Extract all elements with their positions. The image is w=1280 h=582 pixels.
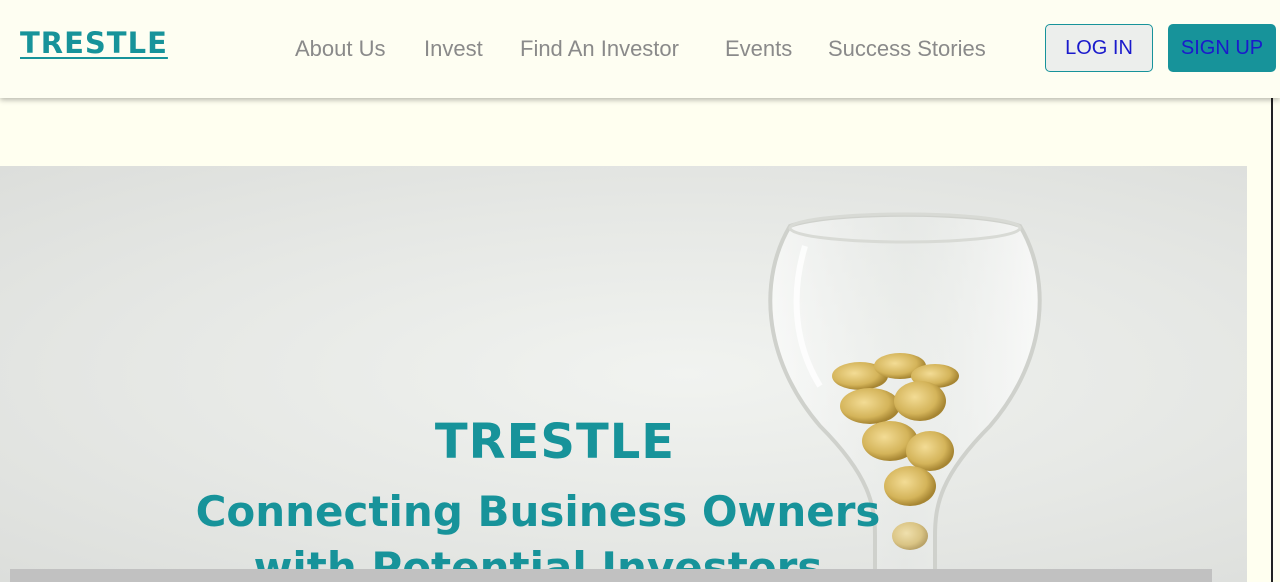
hero-subtitle-line-1: Connecting Business Owners	[195, 487, 881, 536]
nav-item-invest[interactable]: Invest	[424, 36, 483, 62]
login-button[interactable]: LOG IN	[1045, 24, 1153, 72]
hero-banner: TRESTLE Connecting Business Owners with …	[0, 166, 1247, 582]
signup-button[interactable]: SIGN UP	[1168, 24, 1276, 72]
page-edge-line	[1271, 98, 1273, 582]
nav-item-success-stories[interactable]: Success Stories	[828, 36, 986, 62]
horizontal-scrollbar[interactable]	[10, 569, 1212, 582]
nav-item-about-us[interactable]: About Us	[295, 36, 386, 62]
nav-item-find-an-investor[interactable]: Find An Investor	[520, 36, 679, 62]
brand-logo-link[interactable]: TRESTLE	[20, 26, 168, 60]
nav-item-events[interactable]: Events	[725, 36, 792, 62]
top-navbar: TRESTLE About Us Invest Find An Investor…	[0, 0, 1280, 98]
hero-subtitle: Connecting Business Owners with Potentia…	[0, 484, 1076, 582]
hero-title: TRESTLE	[434, 414, 676, 470]
